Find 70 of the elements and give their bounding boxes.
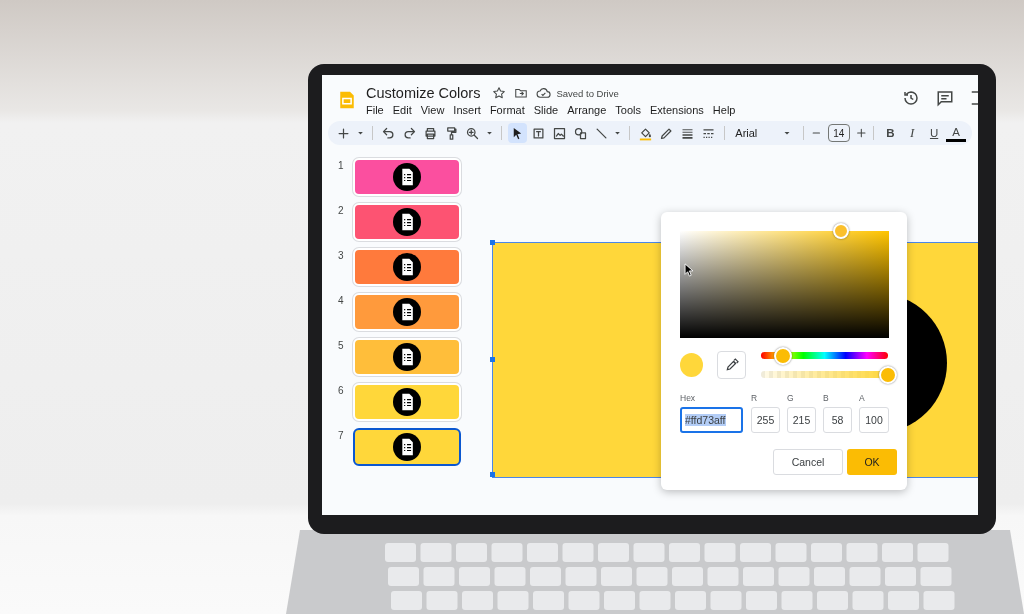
slide-number: 1 — [338, 160, 345, 171]
menu-item[interactable]: View — [420, 104, 445, 116]
plus-icon[interactable] — [854, 126, 868, 140]
ok-button[interactable]: OK — [847, 449, 897, 475]
document-icon — [393, 343, 421, 371]
document-title[interactable]: Customize Colors — [366, 85, 481, 101]
text-box-icon[interactable] — [530, 125, 546, 141]
menu-item[interactable]: Slide — [533, 104, 559, 116]
resize-handle[interactable] — [490, 240, 495, 245]
document-icon — [393, 163, 421, 191]
document-icon — [393, 298, 421, 326]
star-icon[interactable] — [492, 86, 507, 100]
color-preview-swatch — [680, 353, 704, 377]
hex-field[interactable]: #ffd73aff — [680, 407, 743, 433]
slide-thumbnail[interactable] — [353, 428, 461, 466]
color-field-thumb[interactable] — [832, 223, 849, 239]
channel-label: B — [823, 393, 830, 403]
image-icon[interactable] — [551, 125, 567, 141]
menu-item[interactable]: Edit — [392, 104, 412, 116]
undo-icon[interactable] — [380, 125, 396, 141]
text-color-button[interactable]: A — [946, 124, 966, 142]
fill-bucket-icon[interactable] — [638, 125, 654, 141]
slide-number: 5 — [338, 340, 345, 351]
eyedropper-icon — [723, 357, 740, 373]
mouse-cursor-icon — [684, 263, 694, 277]
print-icon[interactable] — [422, 125, 438, 141]
channel-label: R — [751, 393, 759, 403]
folder-icon[interactable] — [514, 86, 529, 100]
eyedropper-button[interactable] — [717, 351, 746, 379]
channel-field[interactable]: 255 — [751, 407, 780, 433]
slide-number: 4 — [338, 295, 345, 306]
menu-item[interactable]: Arrange — [567, 104, 607, 116]
cancel-button[interactable]: Cancel — [773, 449, 843, 475]
cloud-check-icon — [536, 85, 552, 101]
hex-label: Hex — [680, 393, 697, 403]
menu-item[interactable]: Tools — [615, 104, 641, 116]
hue-slider-thumb[interactable] — [773, 346, 792, 365]
slide-number: 7 — [338, 430, 345, 441]
slide-number: 2 — [338, 205, 345, 216]
resize-handle[interactable] — [490, 357, 495, 362]
underline-button[interactable]: U — [924, 123, 945, 143]
channel-field[interactable]: 58 — [823, 407, 852, 433]
document-icon — [393, 253, 421, 281]
menu-item[interactable]: Format — [489, 104, 525, 116]
history-icon[interactable] — [902, 89, 920, 107]
opacity-slider-thumb[interactable] — [879, 365, 897, 384]
channel-label: A — [859, 393, 866, 403]
slide-number: 3 — [338, 250, 345, 261]
resize-handle[interactable] — [490, 472, 495, 477]
menu-item[interactable]: File — [366, 104, 384, 116]
comment-icon[interactable] — [936, 89, 954, 107]
font-size-field[interactable]: 14 — [827, 124, 850, 142]
channel-label: G — [787, 393, 795, 403]
slide-number: 6 — [338, 385, 345, 396]
document-icon — [393, 433, 421, 461]
shapes-icon[interactable] — [572, 125, 588, 141]
plus-icon[interactable] — [335, 125, 351, 141]
menu-item[interactable]: Extensions — [650, 104, 704, 116]
redo-icon[interactable] — [401, 125, 417, 141]
bold-button[interactable]: B — [880, 123, 901, 143]
zoom-icon[interactable] — [464, 125, 480, 141]
font-dropdown[interactable]: Arial — [731, 123, 798, 143]
save-status: Saved to Drive — [556, 87, 619, 99]
italic-button[interactable]: I — [902, 123, 923, 143]
document-icon — [393, 388, 421, 416]
document-icon — [393, 208, 421, 236]
channel-field[interactable]: 100 — [859, 407, 889, 433]
menu-item[interactable]: Help — [712, 104, 736, 116]
channel-field[interactable]: 215 — [787, 407, 816, 433]
menu-item[interactable]: Insert — [453, 104, 481, 116]
